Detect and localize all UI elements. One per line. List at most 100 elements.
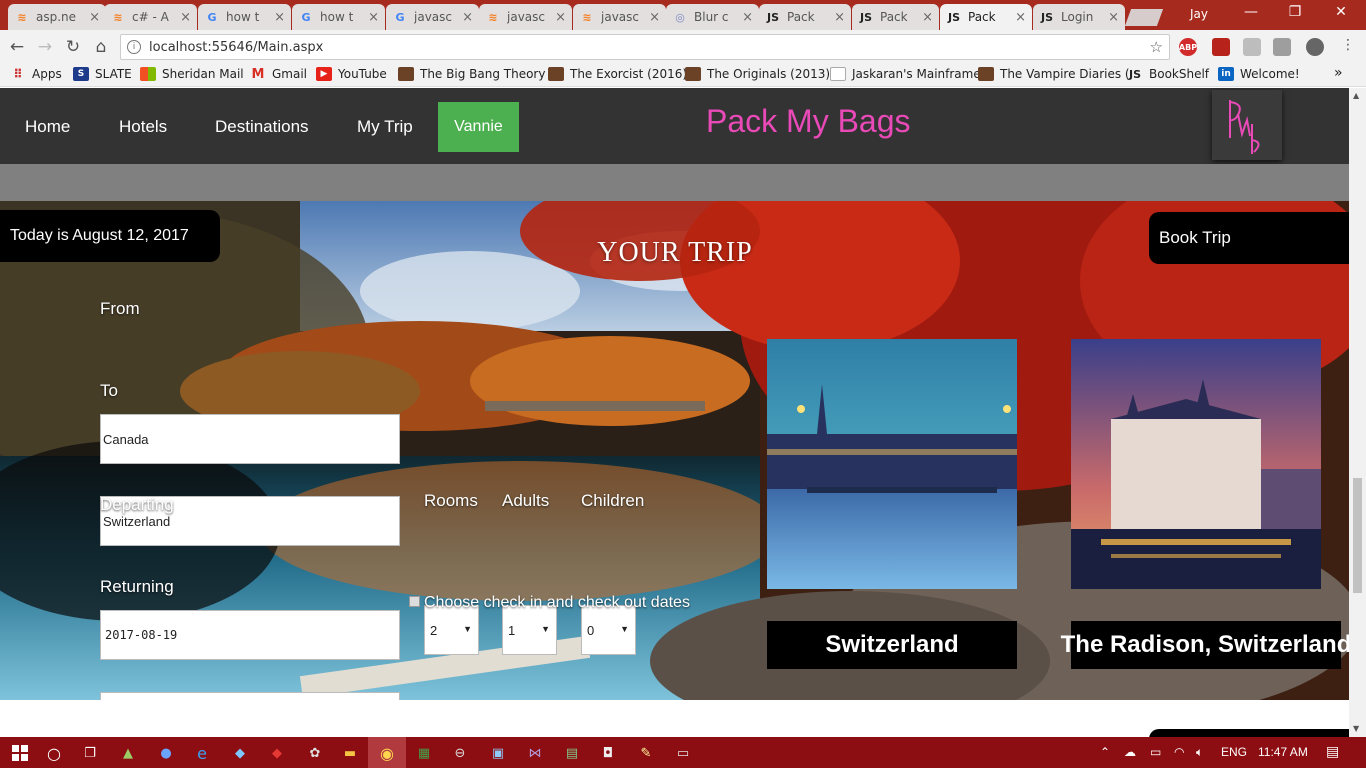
extension-icon[interactable]: [1306, 38, 1324, 56]
close-tab-icon[interactable]: ×: [274, 10, 285, 25]
url-text[interactable]: localhost:55646/Main.aspx: [149, 40, 323, 55]
app-icon[interactable]: ▭: [673, 743, 693, 763]
new-tab-button[interactable]: [1124, 9, 1164, 26]
nav-hotels[interactable]: Hotels: [119, 117, 167, 137]
clock[interactable]: 11:47 AM: [1258, 745, 1308, 759]
app-icon[interactable]: ▣: [488, 743, 508, 763]
scroll-up-icon[interactable]: ▲: [1353, 91, 1359, 100]
close-tab-icon[interactable]: ×: [180, 10, 191, 25]
wifi-icon[interactable]: ◠: [1174, 745, 1184, 759]
from-input[interactable]: Canada: [100, 414, 400, 464]
browser-tab-active[interactable]: JS Pack ×: [940, 4, 1032, 30]
browser-tab[interactable]: ≋ javasc ×: [479, 4, 572, 30]
nav-home[interactable]: Home: [25, 117, 70, 137]
reload-icon[interactable]: ↻: [63, 37, 83, 57]
bookmark-big-bang-theory[interactable]: The Big Bang Theory: [398, 67, 545, 81]
app-icon[interactable]: ◆: [267, 743, 287, 763]
volume-icon[interactable]: 🔈︎: [1196, 745, 1203, 760]
profile-name[interactable]: Jay: [1190, 7, 1208, 21]
check-dates-label[interactable]: Choose check in and check out dates: [424, 594, 690, 612]
children-select[interactable]: 0 ▼: [581, 605, 636, 655]
check-dates-checkbox[interactable]: [409, 596, 420, 607]
nav-destinations[interactable]: Destinations: [215, 117, 309, 137]
browser-tab[interactable]: JS Pack ×: [852, 4, 939, 30]
cloud-icon[interactable]: ☁: [1124, 745, 1136, 759]
bookmark-slate[interactable]: S SLATE: [73, 67, 132, 81]
cortana-icon[interactable]: ○: [44, 743, 64, 763]
app-icon[interactable]: ✿: [305, 743, 325, 763]
hotel-image[interactable]: [1071, 339, 1321, 589]
close-tab-icon[interactable]: ×: [1015, 10, 1026, 25]
notepad-icon[interactable]: ✎: [636, 743, 656, 763]
file-explorer-icon[interactable]: ▬: [340, 743, 360, 763]
close-tab-icon[interactable]: ×: [742, 10, 753, 25]
app-icon[interactable]: ◆: [230, 743, 250, 763]
extension-icon[interactable]: [1243, 38, 1261, 56]
tray-expand-icon[interactable]: ⌃: [1100, 745, 1110, 759]
browser-tab[interactable]: JS Pack ×: [759, 4, 851, 30]
visual-studio-icon[interactable]: ⋈: [525, 743, 545, 763]
browser-tab[interactable]: ◎ Blur c ×: [666, 4, 759, 30]
close-tab-icon[interactable]: ×: [834, 10, 845, 25]
menu-icon[interactable]: ⋮: [1338, 37, 1358, 53]
browser-tab[interactable]: ≋ c# - A ×: [104, 4, 197, 30]
notifications-icon[interactable]: ▤: [1326, 743, 1339, 760]
bookmark-apps[interactable]: ⠿ Apps: [10, 67, 61, 81]
close-tab-icon[interactable]: ×: [922, 10, 933, 25]
camera-icon[interactable]: ◘: [598, 743, 618, 763]
adblock-icon[interactable]: ABP: [1179, 38, 1197, 56]
bookmark-youtube[interactable]: ▶ YouTube: [316, 67, 387, 81]
android-studio-icon[interactable]: ▲: [118, 743, 138, 763]
address-bar[interactable]: i localhost:55646/Main.aspx ☆: [120, 34, 1170, 60]
bookmark-sheridan-mail[interactable]: Sheridan Mail: [140, 67, 244, 81]
scroll-down-icon[interactable]: ▼: [1353, 724, 1359, 733]
bookmark-vampire-diaries[interactable]: The Vampire Diaries (: [978, 67, 1130, 81]
destination-image[interactable]: [767, 339, 1017, 589]
departing-date-input[interactable]: 2017-08-19: [100, 610, 400, 660]
bookmark-star-icon[interactable]: ☆: [1150, 38, 1163, 56]
firefox-icon[interactable]: ●: [156, 743, 176, 763]
home-icon[interactable]: ⌂: [91, 37, 111, 57]
bookmark-originals[interactable]: The Originals (2013): [685, 67, 830, 81]
close-tab-icon[interactable]: ×: [462, 10, 473, 25]
browser-tab[interactable]: JS Login ×: [1033, 4, 1125, 30]
chrome-icon[interactable]: ◉: [377, 743, 397, 763]
bookmark-mainframe[interactable]: Jaskaran's Mainframe: [830, 67, 981, 81]
close-tab-icon[interactable]: ×: [89, 10, 100, 25]
more-bookmarks-icon[interactable]: »: [1334, 65, 1343, 81]
pmb-logo[interactable]: [1212, 90, 1282, 160]
task-view-icon[interactable]: ❐: [80, 743, 100, 763]
language-indicator[interactable]: ENG: [1221, 745, 1247, 759]
browser-tab[interactable]: ≋ asp.ne ×: [8, 4, 106, 30]
bookmark-bookshelf[interactable]: JS BookShelf: [1127, 67, 1209, 81]
user-button[interactable]: Vannie: [438, 102, 519, 152]
browser-tab[interactable]: ≋ javasc ×: [573, 4, 666, 30]
close-tab-icon[interactable]: ×: [1108, 10, 1119, 25]
app-icon[interactable]: ▦: [414, 743, 434, 763]
battery-icon[interactable]: ▭: [1150, 745, 1161, 759]
browser-tab[interactable]: G javasc ×: [386, 4, 479, 30]
bookmark-exorcist[interactable]: The Exorcist (2016): [548, 67, 687, 81]
extension-icon[interactable]: [1273, 38, 1291, 56]
bookmark-gmail[interactable]: M Gmail: [250, 67, 307, 82]
browser-tab[interactable]: G how t ×: [292, 4, 385, 30]
rooms-select[interactable]: 2 ▼: [424, 605, 479, 655]
browser-tab[interactable]: G how t ×: [198, 4, 291, 30]
info-icon[interactable]: i: [127, 40, 141, 54]
close-window-icon[interactable]: ✕: [1326, 4, 1356, 20]
minimize-icon[interactable]: —: [1236, 4, 1266, 20]
app-icon[interactable]: ⊖: [450, 743, 470, 763]
page-scrollbar[interactable]: ▲ ▼: [1349, 88, 1366, 737]
close-tab-icon[interactable]: ×: [368, 10, 379, 25]
back-icon[interactable]: ←: [7, 37, 27, 57]
nav-my-trip[interactable]: My Trip: [357, 117, 413, 137]
windows-start-icon[interactable]: [10, 743, 30, 763]
returning-date-input[interactable]: 2017-08-26: [100, 692, 400, 700]
close-tab-icon[interactable]: ×: [555, 10, 566, 25]
scroll-thumb[interactable]: [1353, 478, 1362, 593]
edge-icon[interactable]: e: [192, 743, 212, 763]
adults-select[interactable]: 1 ▼: [502, 605, 557, 655]
book-trip-button[interactable]: Book Trip: [1149, 212, 1349, 264]
maximize-icon[interactable]: ❐: [1280, 4, 1310, 20]
forward-icon[interactable]: →: [35, 37, 55, 57]
